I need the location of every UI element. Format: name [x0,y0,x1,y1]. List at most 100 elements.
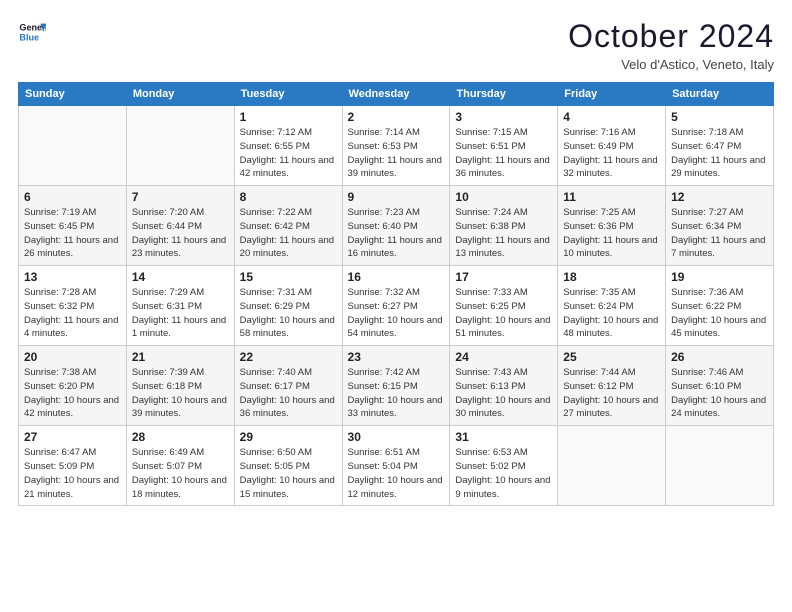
table-row: 12 Sunrise: 7:27 AM Sunset: 6:34 PM Dayli… [666,186,774,266]
day-detail: Sunrise: 7:15 AM Sunset: 6:51 PM Dayligh… [455,126,552,181]
day-number: 23 [348,350,445,364]
day-detail: Sunrise: 7:38 AM Sunset: 6:20 PM Dayligh… [24,366,121,421]
day-number: 19 [671,270,768,284]
svg-text:Blue: Blue [19,32,39,42]
day-number: 25 [563,350,660,364]
day-number: 6 [24,190,121,204]
table-row: 18Sunrise: 7:35 AM Sunset: 6:24 PM Dayli… [558,266,666,346]
table-row: 19 Sunrise: 7:36 AM Sunset: 6:22 PM Dayli… [666,266,774,346]
day-number: 13 [24,270,121,284]
day-detail: Sunrise: 7:16 AM Sunset: 6:49 PM Dayligh… [563,126,660,181]
header-thursday: Thursday [450,83,558,106]
table-row [666,426,774,506]
calendar-week-3: 13 Sunrise: 7:28 AM Sunset: 6:32 PM Dayli… [19,266,774,346]
day-detail: Sunrise: 7:40 AM Sunset: 6:17 PM Dayligh… [240,366,337,421]
table-row: 26Sunrise: 7:46 AM Sunset: 6:10 PM Dayli… [666,346,774,426]
day-detail: Sunrise: 7:32 AM Sunset: 6:27 PM Dayligh… [348,286,445,341]
day-detail: Sunrise: 7:19 AM Sunset: 6:45 PM Dayligh… [24,206,121,261]
table-row: 22 Sunrise: 7:40 AM Sunset: 6:17 PM Dayli… [234,346,342,426]
day-number: 4 [563,110,660,124]
table-row: 9 Sunrise: 7:23 AM Sunset: 6:40 PM Daylig… [342,186,450,266]
day-detail: Sunrise: 7:23 AM Sunset: 6:40 PM Dayligh… [348,206,445,261]
table-row: 2 Sunrise: 7:14 AM Sunset: 6:53 PM Daylig… [342,106,450,186]
calendar-week-1: 1 Sunrise: 7:12 AM Sunset: 6:55 PM Daylig… [19,106,774,186]
location: Velo d'Astico, Veneto, Italy [568,57,774,72]
day-number: 2 [348,110,445,124]
day-number: 8 [240,190,337,204]
page-header: General Blue October 2024 Velo d'Astico,… [18,18,774,72]
calendar-week-2: 6 Sunrise: 7:19 AM Sunset: 6:45 PM Daylig… [19,186,774,266]
day-detail: Sunrise: 7:44 AM Sunset: 6:12 PM Dayligh… [563,366,660,421]
day-detail: Sunrise: 7:39 AM Sunset: 6:18 PM Dayligh… [132,366,229,421]
day-detail: Sunrise: 7:36 AM Sunset: 6:22 PM Dayligh… [671,286,768,341]
day-detail: Sunrise: 7:22 AM Sunset: 6:42 PM Dayligh… [240,206,337,261]
day-detail: Sunrise: 6:50 AM Sunset: 5:05 PM Dayligh… [240,446,337,501]
table-row: 23 Sunrise: 7:42 AM Sunset: 6:15 PM Dayli… [342,346,450,426]
title-block: October 2024 Velo d'Astico, Veneto, Ital… [568,18,774,72]
day-number: 7 [132,190,229,204]
day-detail: Sunrise: 7:33 AM Sunset: 6:25 PM Dayligh… [455,286,552,341]
day-number: 31 [455,430,552,444]
table-row: 17 Sunrise: 7:33 AM Sunset: 6:25 PM Dayli… [450,266,558,346]
day-detail: Sunrise: 7:14 AM Sunset: 6:53 PM Dayligh… [348,126,445,181]
day-detail: Sunrise: 7:24 AM Sunset: 6:38 PM Dayligh… [455,206,552,261]
day-number: 30 [348,430,445,444]
day-number: 9 [348,190,445,204]
calendar-week-4: 20 Sunrise: 7:38 AM Sunset: 6:20 PM Dayli… [19,346,774,426]
table-row: 15Sunrise: 7:31 AM Sunset: 6:29 PM Dayli… [234,266,342,346]
day-number: 29 [240,430,337,444]
header-saturday: Saturday [666,83,774,106]
day-number: 20 [24,350,121,364]
day-number: 24 [455,350,552,364]
day-number: 22 [240,350,337,364]
day-detail: Sunrise: 7:20 AM Sunset: 6:44 PM Dayligh… [132,206,229,261]
day-detail: Sunrise: 7:42 AM Sunset: 6:15 PM Dayligh… [348,366,445,421]
table-row [19,106,127,186]
day-detail: Sunrise: 7:46 AM Sunset: 6:10 PM Dayligh… [671,366,768,421]
day-detail: Sunrise: 7:27 AM Sunset: 6:34 PM Dayligh… [671,206,768,261]
day-detail: Sunrise: 6:49 AM Sunset: 5:07 PM Dayligh… [132,446,229,501]
table-row: 8 Sunrise: 7:22 AM Sunset: 6:42 PM Daylig… [234,186,342,266]
table-row: 31Sunrise: 6:53 AM Sunset: 5:02 PM Dayli… [450,426,558,506]
day-number: 14 [132,270,229,284]
day-detail: Sunrise: 7:28 AM Sunset: 6:32 PM Dayligh… [24,286,121,341]
month-title: October 2024 [568,18,774,55]
day-number: 1 [240,110,337,124]
table-row: 24 Sunrise: 7:43 AM Sunset: 6:13 PM Dayli… [450,346,558,426]
day-detail: Sunrise: 7:35 AM Sunset: 6:24 PM Dayligh… [563,286,660,341]
table-row: 30Sunrise: 6:51 AM Sunset: 5:04 PM Dayli… [342,426,450,506]
day-detail: Sunrise: 7:31 AM Sunset: 6:29 PM Dayligh… [240,286,337,341]
day-detail: Sunrise: 7:18 AM Sunset: 6:47 PM Dayligh… [671,126,768,181]
header-tuesday: Tuesday [234,83,342,106]
table-row: 1 Sunrise: 7:12 AM Sunset: 6:55 PM Daylig… [234,106,342,186]
table-row: 10 Sunrise: 7:24 AM Sunset: 6:38 PM Dayli… [450,186,558,266]
day-number: 3 [455,110,552,124]
table-row [558,426,666,506]
header-friday: Friday [558,83,666,106]
day-number: 12 [671,190,768,204]
day-detail: Sunrise: 7:25 AM Sunset: 6:36 PM Dayligh… [563,206,660,261]
day-detail: Sunrise: 7:12 AM Sunset: 6:55 PM Dayligh… [240,126,337,181]
day-number: 11 [563,190,660,204]
table-row: 7 Sunrise: 7:20 AM Sunset: 6:44 PM Daylig… [126,186,234,266]
table-row: 14Sunrise: 7:29 AM Sunset: 6:31 PM Dayli… [126,266,234,346]
table-row: 11 Sunrise: 7:25 AM Sunset: 6:36 PM Dayli… [558,186,666,266]
day-number: 17 [455,270,552,284]
day-number: 16 [348,270,445,284]
table-row: 27Sunrise: 6:47 AM Sunset: 5:09 PM Dayli… [19,426,127,506]
day-number: 5 [671,110,768,124]
calendar-table: Sunday Monday Tuesday Wednesday Thursday… [18,82,774,506]
table-row: 5 Sunrise: 7:18 AM Sunset: 6:47 PM Daylig… [666,106,774,186]
day-number: 21 [132,350,229,364]
calendar-week-5: 27Sunrise: 6:47 AM Sunset: 5:09 PM Dayli… [19,426,774,506]
table-row: 29 Sunrise: 6:50 AM Sunset: 5:05 PM Dayli… [234,426,342,506]
table-row: 6 Sunrise: 7:19 AM Sunset: 6:45 PM Daylig… [19,186,127,266]
day-number: 10 [455,190,552,204]
table-row: 4 Sunrise: 7:16 AM Sunset: 6:49 PM Daylig… [558,106,666,186]
calendar-header-row: Sunday Monday Tuesday Wednesday Thursday… [19,83,774,106]
table-row: 28Sunrise: 6:49 AM Sunset: 5:07 PM Dayli… [126,426,234,506]
table-row: 21 Sunrise: 7:39 AM Sunset: 6:18 PM Dayli… [126,346,234,426]
day-detail: Sunrise: 7:43 AM Sunset: 6:13 PM Dayligh… [455,366,552,421]
table-row: 25 Sunrise: 7:44 AM Sunset: 6:12 PM Dayli… [558,346,666,426]
logo: General Blue [18,18,46,46]
